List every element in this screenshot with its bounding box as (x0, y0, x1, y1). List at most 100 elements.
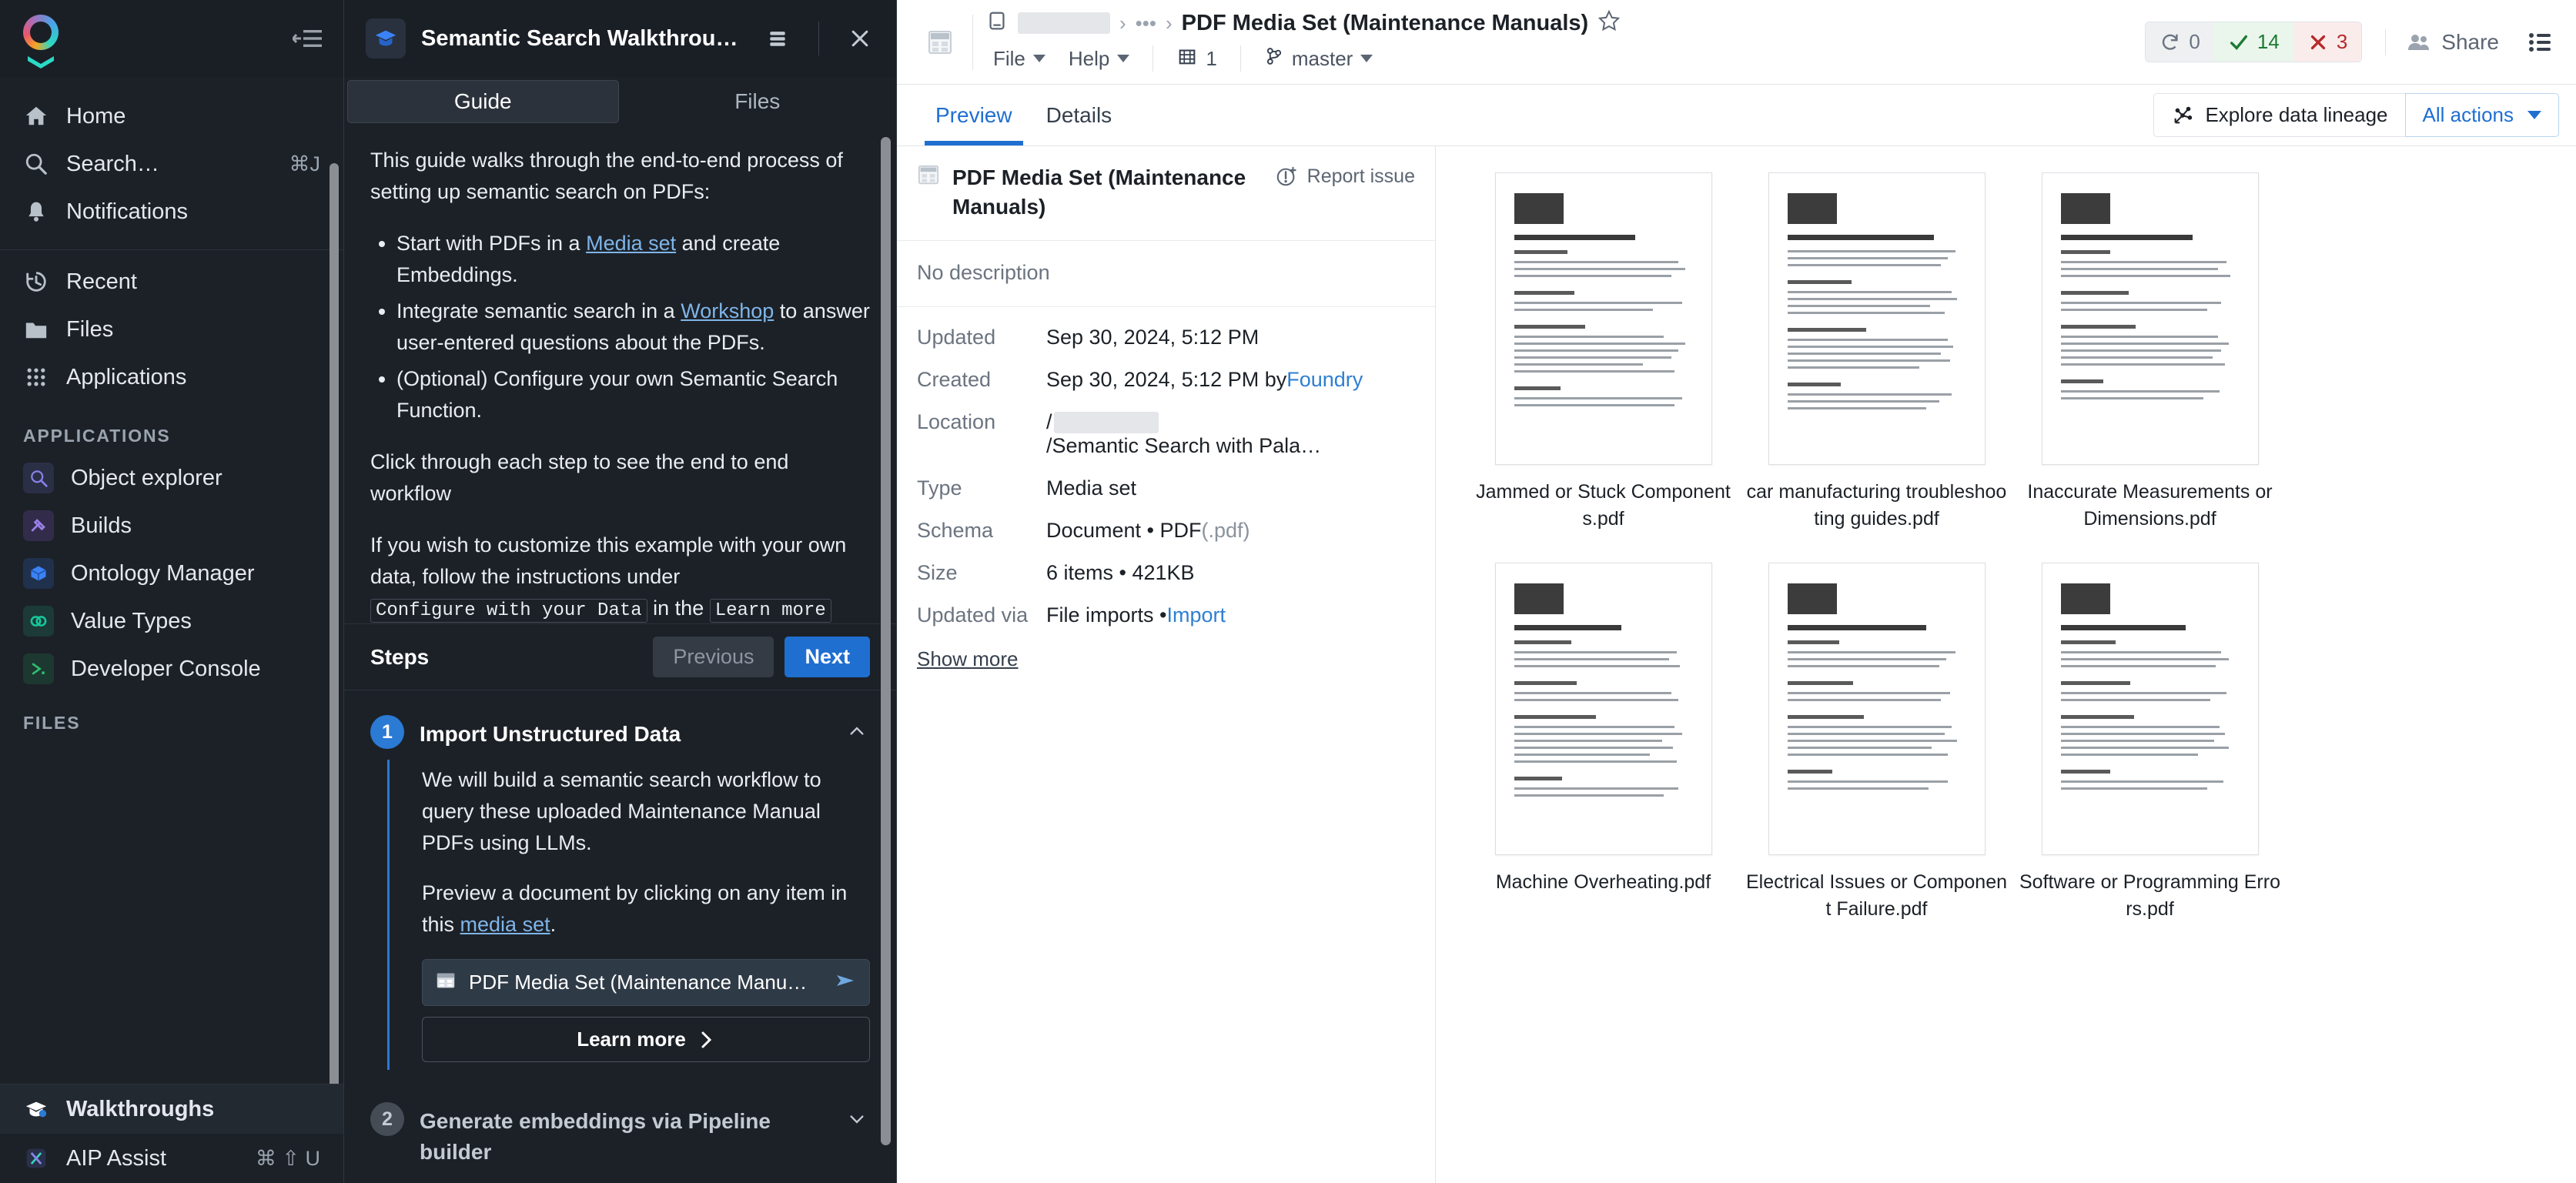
foundry-logo[interactable] (23, 15, 63, 69)
thumbnail-subheading (2060, 640, 2116, 644)
nav-divider (0, 249, 343, 250)
sidebar-item-label: Recent (66, 269, 137, 294)
status-badge-success[interactable]: 14 (2213, 22, 2293, 62)
open-arrow-icon[interactable] (834, 969, 857, 996)
tab-guide[interactable]: Guide (347, 80, 619, 123)
collapse-sidebar-icon[interactable] (293, 27, 322, 50)
bullet-text: Integrate semantic search in a (396, 299, 681, 323)
help-menu[interactable]: Help (1061, 44, 1137, 74)
share-button[interactable]: Share (2394, 24, 2511, 61)
tab-files[interactable]: Files (622, 80, 894, 123)
sidebar-item-object-explorer[interactable]: Object explorer (0, 454, 343, 502)
details-rows: Updated Sep 30, 2024, 5:12 PM Created Se… (897, 307, 1435, 646)
thumbnail-subheading (1787, 715, 1865, 719)
explore-data-lineage-button[interactable]: Explore data lineage (2153, 93, 2405, 137)
import-link[interactable]: Import (1166, 603, 1226, 627)
foundry-link[interactable]: Foundry (1286, 368, 1363, 392)
step-1-text-2: Preview a document by clicking on any it… (422, 877, 870, 941)
sidebar-item-builds[interactable]: Builds (0, 502, 343, 550)
document-name: Jammed or Stuck Components.pdf (1476, 481, 1731, 530)
media-set-link[interactable]: media set (460, 913, 550, 936)
document-card[interactable]: Software or Programming Errors.pdf (2013, 563, 2287, 922)
sidebar-item-notifications[interactable]: Notifications (0, 188, 343, 236)
list-menu-icon[interactable] (760, 21, 795, 56)
branch-selector[interactable]: master (1256, 43, 1380, 75)
breadcrumb-ellipsis[interactable]: ••• (1136, 12, 1156, 35)
left-navigation: Home Search… ⌘J Notifications Recent Fil… (0, 0, 344, 1183)
status-badge-sync[interactable]: 0 (2146, 22, 2214, 62)
tab-details[interactable]: Details (1029, 85, 1129, 145)
sidebar-item-aip-assist[interactable]: AIP Assist ⌘ ⇧ U (0, 1134, 343, 1183)
help-menu-label: Help (1068, 46, 1110, 70)
thumbnail-subheading (1514, 681, 1577, 685)
thumbnail-heading (1787, 235, 1934, 240)
thumbnail-subheading (1514, 325, 1586, 329)
sidebar-item-ontology-manager[interactable]: Ontology Manager (0, 550, 343, 597)
document-card[interactable]: Inaccurate Measurements or Dimensions.pd… (2013, 172, 2287, 532)
thumbnail-image-block (1787, 583, 1837, 614)
steps-toolbar: Steps Previous Next (344, 623, 896, 690)
guide-scrollbar[interactable] (881, 137, 891, 1145)
step-2-header[interactable]: 2 Generate embeddings via Pipeline build… (370, 1091, 870, 1177)
chevron-down-icon[interactable] (844, 1102, 870, 1128)
previous-button[interactable]: Previous (653, 637, 774, 677)
top-toolbar: › ••• › PDF Media Set (Maintenance Manua… (897, 0, 2576, 85)
document-card[interactable]: Machine Overheating.pdf (1467, 563, 1740, 922)
report-issue-icon (1276, 166, 1296, 186)
sidebar-item-label: AIP Assist (66, 1145, 167, 1171)
search-shortcut: ⌘J (289, 152, 321, 175)
sidebar-scrollbar[interactable] (330, 163, 339, 1084)
detail-value: File imports • Import (1046, 603, 1226, 627)
document-card[interactable]: car manufacturing troubleshooting guides… (1740, 172, 2013, 532)
resource-button-media-set[interactable]: PDF Media Set (Maintenance Manu… (422, 959, 870, 1007)
build-status[interactable]: 1 (1169, 42, 1224, 75)
thumbnail-subheading (2060, 379, 2104, 383)
sidebar-item-search[interactable]: Search… ⌘J (0, 140, 343, 188)
show-more-link[interactable]: Show more (897, 646, 1435, 671)
sidebar-item-developer-console[interactable]: Developer Console (0, 645, 343, 693)
list-item: Integrate semantic search in a Workshop … (396, 296, 870, 359)
branch-icon (1264, 46, 1284, 72)
chevron-up-icon[interactable] (844, 715, 870, 741)
bullet-text: (Optional) Configure your own Semantic S… (396, 367, 838, 423)
steps-label: Steps (370, 644, 430, 669)
sidebar-item-value-types[interactable]: Value Types (0, 597, 343, 645)
sidebar-item-recent[interactable]: Recent (0, 258, 343, 306)
sidebar-item-files[interactable]: Files (0, 306, 343, 353)
sidebar-item-walkthroughs[interactable]: Walkthroughs (0, 1084, 343, 1134)
sidebar-item-label: Search… (66, 151, 159, 176)
project-icon[interactable] (985, 9, 1009, 38)
media-set-icon (917, 163, 940, 190)
file-menu[interactable]: File (985, 44, 1053, 74)
nav-primary-group: Home Search… ⌘J Notifications (0, 88, 343, 240)
list-item: (Optional) Configure your own Semantic S… (396, 363, 870, 426)
breadcrumb: › ••• › PDF Media Set (Maintenance Manua… (985, 9, 2145, 75)
list-icon[interactable] (2522, 25, 2558, 60)
walkthrough-panel: Semantic Search Walkthrough … Guide File… (344, 0, 897, 1183)
build-count: 1 (1206, 46, 1217, 70)
thumbnail-image-block (2060, 193, 2110, 224)
document-card[interactable]: Electrical Issues or Component Failure.p… (1740, 563, 2013, 922)
media-set-link[interactable]: Media set (586, 232, 676, 255)
workshop-link[interactable]: Workshop (681, 299, 774, 322)
step-1-header[interactable]: 1 Import Unstructured Data (370, 704, 870, 760)
report-issue-button[interactable]: Report issue (1275, 163, 1415, 188)
sidebar-item-applications[interactable]: Applications (0, 353, 343, 401)
updated-via-text: File imports • (1046, 603, 1167, 627)
tab-preview[interactable]: Preview (918, 85, 1029, 145)
all-actions-button[interactable]: All actions (2404, 93, 2559, 137)
document-card[interactable]: Jammed or Stuck Components.pdf (1467, 172, 1740, 532)
redacted-project-name (1018, 12, 1110, 34)
sidebar-item-home[interactable]: Home (0, 92, 343, 140)
status-badge-failure[interactable]: 3 (2293, 22, 2362, 62)
document-thumbnail (1768, 563, 1986, 855)
star-icon[interactable] (1597, 9, 1621, 38)
main-content: › ••• › PDF Media Set (Maintenance Manua… (897, 0, 2576, 1183)
details-header: PDF Media Set (Maintenance Manuals) Repo… (897, 146, 1435, 242)
close-icon[interactable] (842, 21, 878, 56)
guide-para-3: If you wish to customize this example wi… (370, 530, 870, 623)
share-label: Share (2441, 29, 2499, 54)
next-button[interactable]: Next (785, 637, 870, 677)
learn-more-button[interactable]: Learn more (422, 1017, 870, 1063)
failure-count: 3 (2336, 30, 2348, 53)
